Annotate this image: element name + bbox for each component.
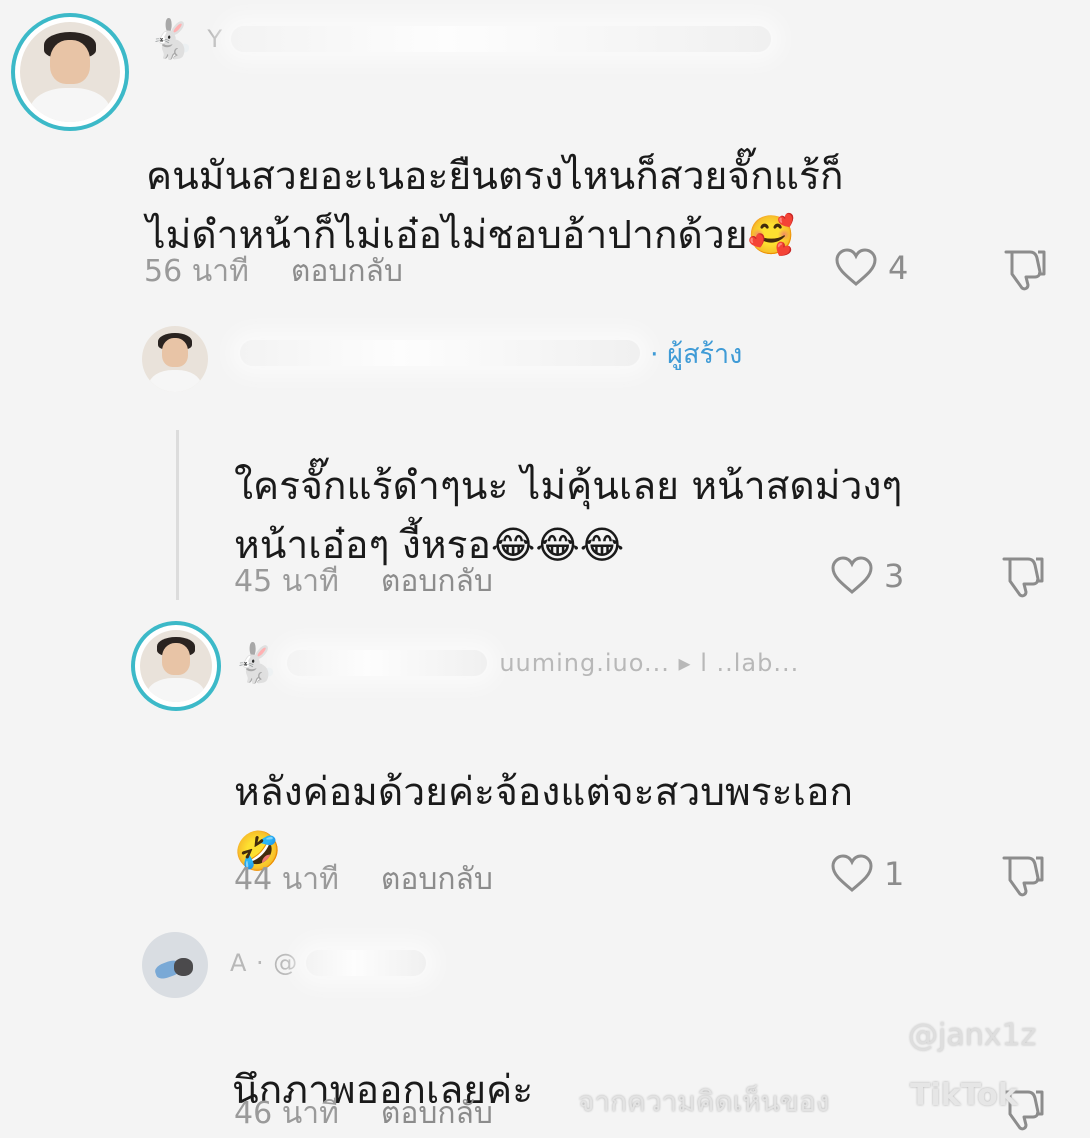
username-redaction [231,26,771,52]
avatar[interactable] [20,22,120,122]
tiktok-logo: TikTok [910,1078,1018,1113]
thumbs-down-icon [1002,856,1044,897]
heart-outline-icon [835,248,877,286]
timestamp: 46 นาที [234,1096,339,1131]
username-redaction [240,340,640,366]
watermark-caption: จากความคิดเห็นของ [578,1085,830,1118]
username-redaction [306,950,427,976]
like-count: 4 [888,249,909,287]
username-row[interactable]: · ผู้สร้าง [232,330,742,376]
emoji: 🥰 [747,213,795,257]
timestamp: 56 นาที [144,254,249,289]
username-row[interactable]: 🐇 Y [148,16,771,62]
rabbit-icon: 🐇 [148,16,196,61]
comment-text: คนมันสวยอะเนอะยืนตรงไหนก็สวยจั๊กแร้ก็ ไม… [146,154,844,258]
creator-badge: · ผู้สร้าง [650,338,743,370]
username[interactable]: Y [207,25,223,53]
avatar[interactable] [142,326,208,392]
reply-button[interactable]: ตอบกลับ [381,1090,493,1137]
rabbit-icon: 🐇 [232,640,280,685]
username[interactable]: uuming.iuo... ▸ l ..lab... [499,649,799,677]
reply-button[interactable]: ตอบกลับ [381,558,493,605]
dislike-button[interactable] [1000,246,1050,296]
timestamp: 44 นาที [234,862,339,897]
avatar[interactable] [140,630,212,702]
thumbs-down-icon [1002,557,1044,598]
watermark-handle: @janx1z [908,1018,1037,1053]
like-count: 3 [884,557,905,595]
like-button[interactable]: 4 [834,248,908,288]
reply-button[interactable]: ตอบกลับ [291,248,403,295]
avatar[interactable] [142,932,208,998]
thread-line [176,430,179,600]
emoji: 😂😂😂 [490,523,625,567]
username-redaction [287,650,488,676]
dislike-button[interactable] [998,852,1048,902]
dislike-button[interactable] [998,553,1048,603]
reply-button[interactable]: ตอบกลับ [381,856,493,903]
comment-text: หลังค่อมด้วยค่ะจ้องแต่จะสวบพระเอก 🤣 [234,770,853,873]
username-row[interactable]: A · @ [230,940,427,986]
thumbs-down-icon [1004,250,1046,291]
timestamp: 45 นาที [234,564,339,599]
heart-outline-icon [831,556,873,594]
username-row[interactable]: 🐇 uuming.iuo... ▸ l ..lab... [232,640,799,686]
like-button[interactable]: 1 [830,854,904,894]
like-button[interactable]: 3 [830,556,904,596]
username[interactable]: A · @ [230,949,298,977]
comment-text: ใครจั๊กแร้ดำๆนะ ไม่คุ้นเลย หน้าสดม่วงๆ ห… [234,464,903,568]
heart-outline-icon [831,854,873,892]
like-count: 1 [884,855,905,893]
